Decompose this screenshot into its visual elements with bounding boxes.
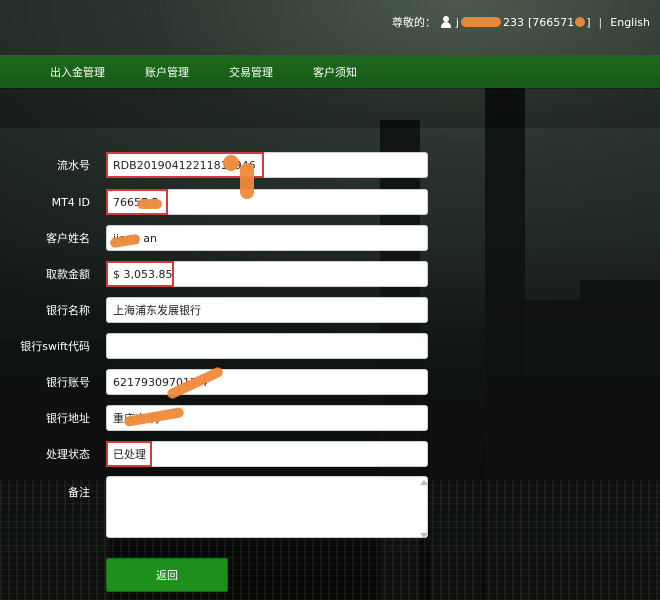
serial-number-field[interactable]: RDB20190412211817946 xyxy=(106,152,428,178)
bank-name-field[interactable]: 上海浦东发展银行 xyxy=(106,297,428,323)
user-icon xyxy=(440,16,452,28)
account-id: [766571 xyxy=(527,15,575,29)
bank-name-value: 上海浦东发展银行 xyxy=(113,304,201,317)
user-area: 尊敬的： j 233 [766571 ] | English xyxy=(392,14,650,30)
nav-accounts[interactable]: 账户管理 xyxy=(125,64,209,80)
bank-account-field[interactable]: 621793097017 4 xyxy=(106,369,428,395)
redaction-mark xyxy=(240,163,254,199)
withdrawal-amount-value: $ 3,053.85 xyxy=(113,267,173,281)
bank-name-label: 银行名称 xyxy=(46,304,90,317)
customer-name-field[interactable]: jiang an xyxy=(106,225,428,251)
nav-customer-notice[interactable]: 客户须知 xyxy=(293,64,377,80)
bank-swift-label: 银行swift代码 xyxy=(20,340,90,353)
redaction-mark xyxy=(137,199,162,209)
nav-funds[interactable]: 出入金管理 xyxy=(30,64,125,80)
withdrawal-amount-label: 取款金额 xyxy=(46,268,90,281)
header-band xyxy=(0,88,660,128)
textarea-scrollbar[interactable] xyxy=(418,478,428,540)
withdrawal-amount-field[interactable]: $ 3,053.85 xyxy=(106,261,428,287)
language-link[interactable]: English xyxy=(610,16,650,29)
bank-address-label: 银行地址 xyxy=(46,412,90,425)
status-field[interactable]: 已处理 xyxy=(106,441,428,467)
nav-trading[interactable]: 交易管理 xyxy=(209,64,293,80)
greeting-label: 尊敬的： xyxy=(391,16,436,29)
username: j xyxy=(455,15,459,29)
status-label: 处理状态 xyxy=(46,448,90,461)
remarks-label: 备注 xyxy=(68,486,90,499)
serial-number-label: 流水号 xyxy=(57,159,90,172)
main-navigation: 出入金管理 账户管理 交易管理 客户须知 xyxy=(0,55,660,88)
username-suffix: 233 xyxy=(502,15,524,29)
customer-name-label: 客户姓名 xyxy=(46,232,90,245)
mt4-id-label: MT4 ID xyxy=(51,195,90,209)
top-bar: 尊敬的： j 233 [766571 ] | English xyxy=(0,0,660,55)
back-button[interactable]: 返回 xyxy=(106,558,228,592)
account-id-end: ] xyxy=(586,15,591,29)
redaction-mark xyxy=(460,17,501,27)
remarks-textarea[interactable] xyxy=(106,476,428,538)
redaction-mark xyxy=(575,17,586,27)
bank-swift-field[interactable] xyxy=(106,333,428,359)
bank-account-label: 银行账号 xyxy=(46,376,90,389)
separator: | xyxy=(598,15,603,29)
status-value: 已处理 xyxy=(113,448,146,461)
